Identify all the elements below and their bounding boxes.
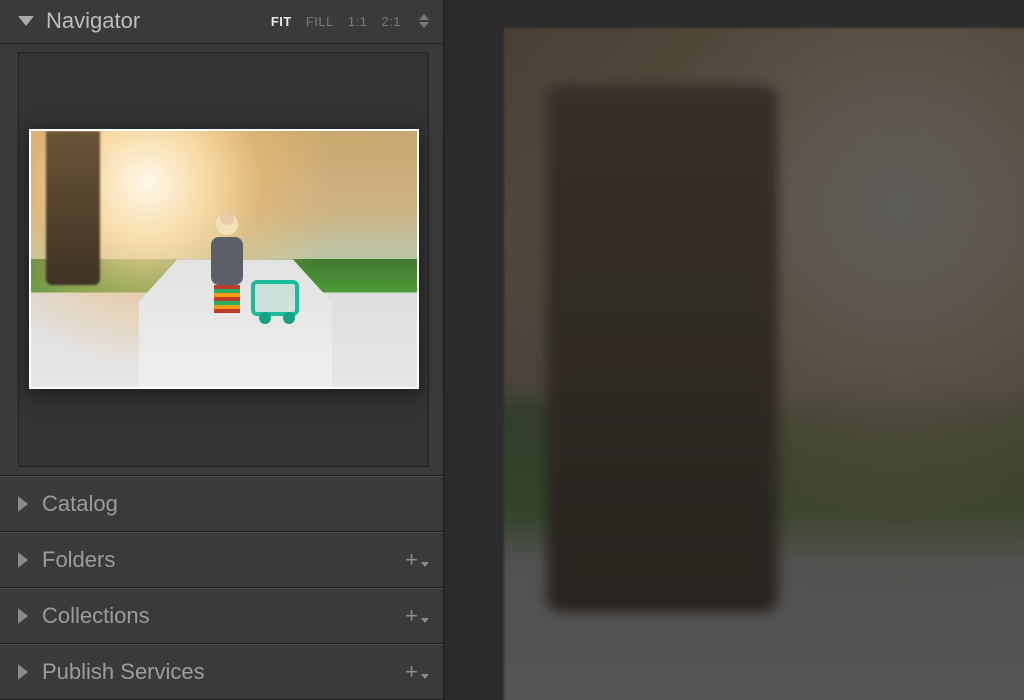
add-publish-service-button[interactable]: + <box>405 659 429 685</box>
navigator-title: Navigator <box>46 8 271 34</box>
app-root: Navigator FIT FILL 1:1 2:1 <box>0 0 1024 700</box>
add-collection-button[interactable]: + <box>405 603 429 629</box>
zoom-controls: FIT FILL 1:1 2:1 <box>271 14 429 29</box>
section-publish-services[interactable]: Publish Services + <box>0 644 443 700</box>
panel-divider[interactable] <box>444 0 464 700</box>
section-label: Collections <box>42 603 405 629</box>
chevron-right-icon[interactable] <box>18 608 28 624</box>
thumbnail-figure <box>204 213 250 313</box>
navigator-disclosure-icon[interactable] <box>18 16 34 26</box>
chevron-right-icon[interactable] <box>18 496 28 512</box>
dropdown-caret-icon <box>421 674 429 679</box>
zoom-2to1-button[interactable]: 2:1 <box>381 14 401 29</box>
zoom-stepper <box>419 14 429 28</box>
section-label: Catalog <box>42 491 429 517</box>
section-catalog[interactable]: Catalog <box>0 476 443 532</box>
dropdown-caret-icon <box>421 618 429 623</box>
zoom-fit-button[interactable]: FIT <box>271 14 292 29</box>
add-folder-button[interactable]: + <box>405 547 429 573</box>
zoom-step-down-icon[interactable] <box>419 22 429 28</box>
thumbnail-cart <box>251 280 299 316</box>
section-collections[interactable]: Collections + <box>0 588 443 644</box>
section-label: Folders <box>42 547 405 573</box>
chevron-right-icon[interactable] <box>18 664 28 680</box>
navigator-thumbnail[interactable] <box>29 129 419 389</box>
navigator-header: Navigator FIT FILL 1:1 2:1 <box>0 0 443 44</box>
preview-dim-overlay <box>464 0 1024 700</box>
main-preview[interactable] <box>464 0 1024 700</box>
zoom-fill-button[interactable]: FILL <box>306 14 334 29</box>
dropdown-caret-icon <box>421 562 429 567</box>
navigator-thumbnail-well <box>18 52 429 467</box>
section-folders[interactable]: Folders + <box>0 532 443 588</box>
section-label: Publish Services <box>42 659 405 685</box>
chevron-right-icon[interactable] <box>18 552 28 568</box>
sections-list: Catalog Folders + Collections + Publish … <box>0 475 443 700</box>
left-panel: Navigator FIT FILL 1:1 2:1 <box>0 0 444 700</box>
zoom-1to1-button[interactable]: 1:1 <box>348 14 368 29</box>
zoom-step-up-icon[interactable] <box>419 14 429 20</box>
